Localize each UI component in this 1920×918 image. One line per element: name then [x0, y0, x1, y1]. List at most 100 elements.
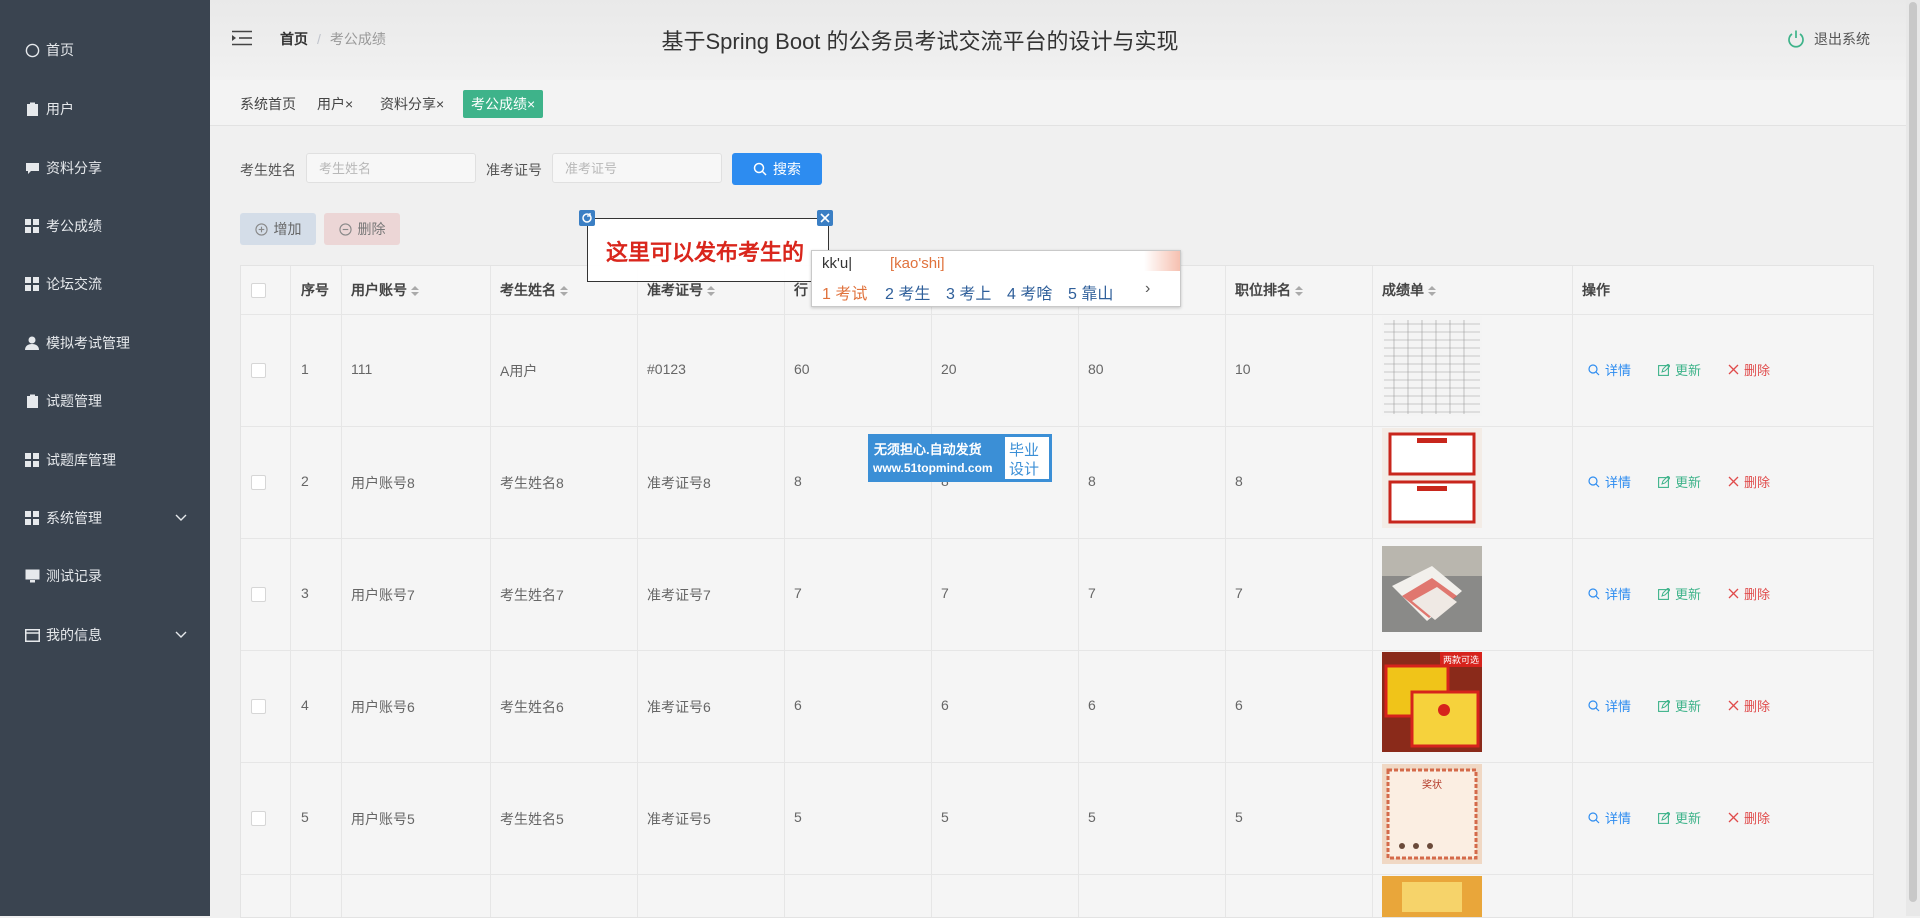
sidebar-item-system[interactable]: 系统管理 — [0, 498, 210, 538]
candidate-name-input[interactable] — [306, 153, 476, 183]
delete-button[interactable]: 删除 — [1728, 360, 1770, 379]
ime-candidate-1[interactable]: 1 考试 — [822, 280, 867, 304]
transcript-thumbnail[interactable] — [1382, 546, 1482, 632]
delete-button[interactable]: 删除 — [1728, 472, 1770, 491]
col-header-rank[interactable]: 职位排名 — [1235, 266, 1303, 314]
detail-button[interactable]: 详情 — [1588, 360, 1631, 379]
select-all-checkbox[interactable] — [251, 283, 266, 298]
cell-ticket: #0123 — [647, 361, 686, 377]
close-icon[interactable]: × — [345, 96, 353, 112]
row-checkbox[interactable] — [251, 363, 266, 378]
sidebar-item-label: 我的信息 — [46, 627, 102, 643]
cell-rank: 7 — [1235, 585, 1243, 601]
delete-button[interactable]: 删除 — [1728, 584, 1770, 603]
row-checkbox[interactable] — [251, 587, 266, 602]
tab-resource-share[interactable]: 资料分享× — [380, 90, 444, 118]
sidebar-item-my-info[interactable]: 我的信息 — [0, 615, 210, 655]
sidebar-item-exam-scores[interactable]: 考公成绩 — [0, 206, 210, 246]
ime-next-page-icon[interactable]: › — [1145, 280, 1150, 298]
sidebar-item-test-records[interactable]: 测试记录 — [0, 556, 210, 596]
user-icon — [24, 335, 40, 351]
close-icon[interactable] — [817, 210, 833, 226]
sidebar-item-home[interactable]: 首页 — [0, 30, 210, 70]
grid-icon — [24, 452, 40, 468]
transcript-thumbnail[interactable]: 奖状 — [1382, 764, 1482, 864]
plus-circle-icon — [254, 222, 268, 236]
row-checkbox[interactable] — [251, 475, 266, 490]
update-button[interactable]: 更新 — [1658, 808, 1701, 827]
refresh-icon[interactable] — [579, 210, 595, 226]
close-icon[interactable]: × — [436, 96, 444, 112]
transcript-thumbnail[interactable] — [1382, 876, 1482, 917]
close-icon[interactable]: × — [527, 96, 535, 112]
cell-score-3: 8 — [1088, 473, 1096, 489]
tab-home[interactable]: 系统首页 — [240, 90, 296, 118]
cell-ticket: 准考证号8 — [647, 475, 711, 491]
search-icon — [1588, 363, 1600, 375]
col-header-account[interactable]: 用户账号 — [351, 266, 419, 314]
col-header-candidate-name[interactable]: 考生姓名 — [500, 266, 568, 314]
monitor-icon — [24, 568, 40, 584]
thumbnail-badge: 两款可选 — [1439, 652, 1482, 667]
update-button[interactable]: 更新 — [1658, 360, 1701, 379]
tab-users[interactable]: 用户× — [317, 90, 353, 118]
sort-icon — [707, 286, 715, 297]
ime-candidate-3[interactable]: 3 考上 — [946, 280, 991, 304]
power-icon — [1788, 30, 1804, 48]
tab-exam-scores[interactable]: 考公成绩× — [463, 90, 544, 118]
ad-right-1: 毕业 — [1009, 442, 1040, 459]
search-button[interactable]: 搜索 — [732, 153, 822, 185]
sidebar-item-resource-share[interactable]: 资料分享 — [0, 148, 210, 188]
sidebar-item-questions[interactable]: 试题管理 — [0, 381, 210, 421]
cell-candidate-name: 考生姓名7 — [500, 587, 564, 603]
add-button[interactable]: 增加 — [240, 213, 316, 245]
cell-score-3: 6 — [1088, 697, 1096, 713]
window-icon — [24, 627, 40, 643]
sidebar-item-label: 论坛交流 — [46, 276, 102, 292]
ime-candidate-4[interactable]: 4 考啥 — [1007, 280, 1052, 304]
sidebar-item-forum[interactable]: 论坛交流 — [0, 264, 210, 304]
ime-candidate-popup: kk'u| [kao'shi] 1 考试 2 考生 3 考上 4 考啥 5 靠山… — [811, 250, 1181, 307]
transcript-thumbnail[interactable] — [1382, 428, 1482, 528]
ime-candidate-5[interactable]: 5 靠山 — [1068, 280, 1113, 304]
sidebar-item-users[interactable]: 用户 — [0, 89, 210, 129]
logout-button[interactable]: 退出系统 — [1786, 29, 1870, 49]
sidebar-item-label: 试题管理 — [46, 393, 102, 409]
close-icon — [1728, 700, 1739, 711]
edit-icon — [1658, 699, 1670, 712]
scrollbar-thumb[interactable] — [1909, 2, 1917, 902]
edit-icon — [1658, 475, 1670, 488]
batch-delete-button[interactable]: 删除 — [324, 213, 400, 245]
cell-score-3: 80 — [1088, 361, 1104, 377]
cell-index: 3 — [301, 585, 309, 601]
row-checkbox[interactable] — [251, 699, 266, 714]
edit-icon — [1658, 587, 1670, 600]
annotation-box[interactable]: 这里可以发布考生的 — [587, 218, 829, 282]
col-header-transcript[interactable]: 成绩单 — [1382, 266, 1436, 314]
sidebar-item-mock-exam[interactable]: 模拟考试管理 — [0, 323, 210, 363]
update-button[interactable]: 更新 — [1658, 584, 1701, 603]
delete-button[interactable]: 删除 — [1728, 696, 1770, 715]
sidebar-item-label: 首页 — [46, 42, 74, 58]
transcript-thumbnail[interactable]: 两款可选 — [1382, 652, 1482, 752]
transcript-thumbnail[interactable] — [1382, 316, 1482, 416]
sidebar-item-label: 测试记录 — [46, 568, 102, 584]
update-button[interactable]: 更新 — [1658, 696, 1701, 715]
ime-logo — [1144, 251, 1180, 271]
ime-candidate-2[interactable]: 2 考生 — [885, 280, 930, 304]
detail-button[interactable]: 详情 — [1588, 472, 1631, 491]
ticket-number-input[interactable] — [552, 153, 722, 183]
cell-account: 用户账号8 — [351, 475, 415, 491]
cell-account: 用户账号5 — [351, 811, 415, 827]
cell-score-1: 7 — [794, 585, 802, 601]
detail-button[interactable]: 详情 — [1588, 808, 1631, 827]
detail-button[interactable]: 详情 — [1588, 584, 1631, 603]
sidebar-item-question-bank[interactable]: 试题库管理 — [0, 440, 210, 480]
row-checkbox[interactable] — [251, 811, 266, 826]
cell-rank: 5 — [1235, 809, 1243, 825]
delete-button[interactable]: 删除 — [1728, 808, 1770, 827]
update-button[interactable]: 更新 — [1658, 472, 1701, 491]
page-scrollbar[interactable] — [1906, 0, 1920, 916]
cell-ticket: 准考证号6 — [647, 699, 711, 715]
detail-button[interactable]: 详情 — [1588, 696, 1631, 715]
